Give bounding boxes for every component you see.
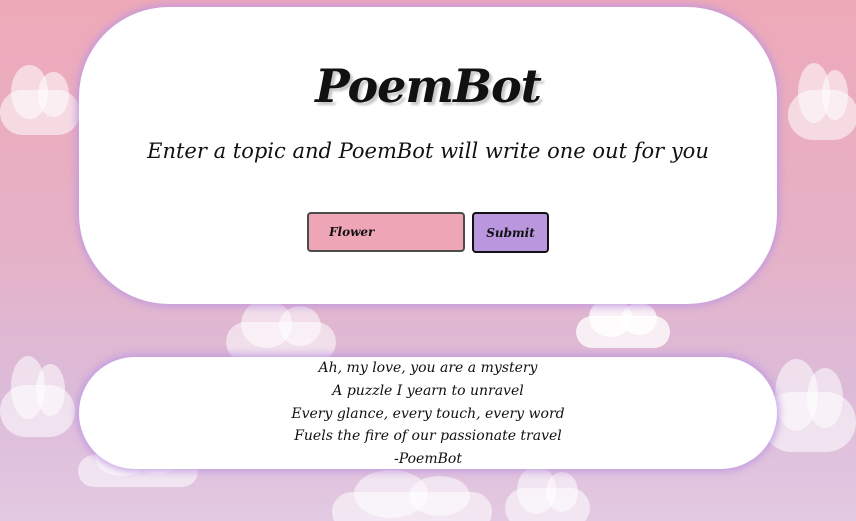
background-cloud bbox=[332, 470, 492, 521]
poem-line: A puzzle I yearn to unravel bbox=[332, 382, 524, 399]
background-cloud bbox=[505, 466, 590, 521]
poem-signature: -PoemBot bbox=[394, 451, 462, 468]
background-cloud bbox=[0, 356, 75, 437]
topic-input[interactable] bbox=[307, 212, 465, 252]
background-cloud bbox=[788, 62, 856, 140]
background-cloud bbox=[226, 300, 336, 362]
poem-line: Fuels the fire of our passionate travel bbox=[294, 428, 562, 445]
page-subtitle: Enter a topic and PoemBot will write one… bbox=[147, 139, 709, 163]
prompt-card: PoemBot Enter a topic and PoemBot will w… bbox=[79, 7, 777, 304]
poem-line: Every glance, every touch, every word bbox=[291, 405, 565, 422]
poem-card: Ah, my love, you are a mystery A puzzle … bbox=[79, 357, 777, 469]
background-cloud bbox=[0, 65, 80, 135]
page-title: PoemBot bbox=[315, 59, 542, 113]
poem-line: Ah, my love, you are a mystery bbox=[318, 360, 538, 376]
submit-button[interactable]: Submit bbox=[472, 212, 549, 253]
background-cloud bbox=[576, 298, 670, 348]
poem-output: Ah, my love, you are a mystery A puzzle … bbox=[79, 357, 777, 471]
